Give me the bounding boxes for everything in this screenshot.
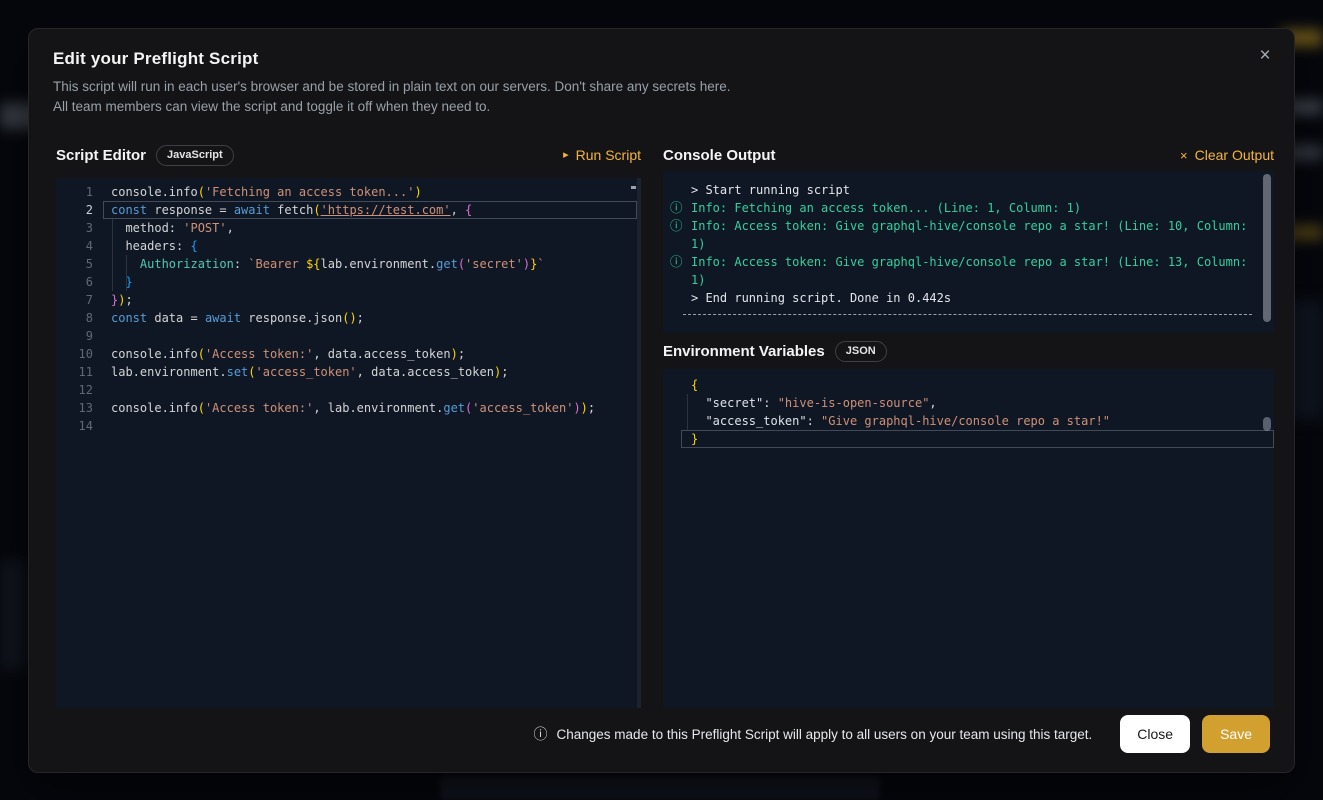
console-row: 1) [663, 235, 1274, 253]
environment-variables-header: Environment Variables JSON [663, 338, 1274, 364]
script-editor-heading: Script Editor [56, 147, 146, 164]
info-icon: ⓘ [670, 253, 683, 271]
line-number: 2 [56, 201, 103, 219]
code-line: 11lab.environment.set('access_token', da… [56, 363, 637, 381]
line-number: 11 [56, 363, 103, 381]
script-editor[interactable]: 1console.info('Fetching an access token.… [56, 178, 641, 708]
console-output-heading: Console Output [663, 147, 776, 164]
console-output-header: Console Output × Clear Output [663, 142, 1274, 168]
overview-ruler-mark [631, 186, 636, 189]
modal-description-line2: All team members can view the script and… [53, 97, 730, 117]
json-line: "access_token": "Give graphql-hive/conso… [681, 412, 1274, 430]
code-line: 10console.info('Access token:', data.acc… [56, 345, 637, 363]
line-number: 8 [56, 309, 103, 327]
line-number: 1 [56, 183, 103, 201]
code-line: 9 [56, 327, 637, 345]
close-button[interactable]: Close [1120, 715, 1190, 753]
close-icon[interactable]: × [1252, 43, 1278, 69]
console-row: ⓘInfo: Fetching an access token... (Line… [663, 199, 1274, 217]
info-icon: ⓘ [670, 217, 683, 235]
script-editor-lines: 1console.info('Fetching an access token.… [56, 183, 637, 435]
code-line: 12 [56, 381, 637, 399]
line-number: 13 [56, 399, 103, 417]
line-number: 5 [56, 255, 103, 273]
save-button[interactable]: Save [1202, 715, 1270, 753]
indent-guide [687, 394, 688, 430]
code-line: 7}); [56, 291, 637, 309]
line-number: 3 [56, 219, 103, 237]
json-line: { [681, 376, 1274, 394]
run-script-button[interactable]: ▸ Run Script [563, 147, 641, 163]
info-icon: ⓘ [534, 724, 548, 744]
script-editor-header: Script Editor JavaScript ▸ Run Script [56, 142, 641, 168]
line-number: 4 [56, 237, 103, 255]
line-number: 14 [56, 417, 103, 435]
modal-title: Edit your Preflight Script [53, 49, 258, 69]
indent-guide [112, 219, 113, 291]
json-line: "secret": "hive-is-open-source", [681, 394, 1274, 412]
clear-output-label: Clear Output [1195, 147, 1274, 163]
line-number: 6 [56, 273, 103, 291]
code-line: 5 Authorization: `Bearer ${lab.environme… [56, 255, 637, 273]
console-output: > Start running scriptⓘInfo: Fetching an… [663, 171, 1274, 333]
console-scrollbar[interactable] [1263, 174, 1271, 322]
clear-icon: × [1180, 149, 1188, 162]
info-icon: ⓘ [670, 199, 683, 217]
console-rows: > Start running scriptⓘInfo: Fetching an… [663, 181, 1274, 315]
console-row: > End running script. Done in 0.442s [663, 289, 1274, 307]
line-number: 9 [56, 327, 103, 345]
environment-variables-lines: { "secret": "hive-is-open-source", "acce… [663, 376, 1274, 448]
background-blur-fragment [440, 776, 880, 800]
console-row: 1) [663, 271, 1274, 289]
modal-description: This script will run in each user's brow… [53, 77, 730, 117]
modal-footer: ⓘ Changes made to this Preflight Script … [53, 711, 1270, 757]
env-editor-scrollbar[interactable] [1263, 417, 1271, 431]
console-row: ⓘInfo: Access token: Give graphql-hive/c… [663, 217, 1274, 235]
environment-variables-heading: Environment Variables [663, 343, 825, 360]
code-line: 8const data = await response.json(); [56, 309, 637, 327]
code-line: 1console.info('Fetching an access token.… [56, 183, 637, 201]
code-line: 2const response = await fetch('https://t… [56, 201, 637, 219]
console-row: ⓘInfo: Access token: Give graphql-hive/c… [663, 253, 1274, 271]
background-blur-fragment [0, 560, 26, 670]
json-line: } [681, 430, 1274, 448]
footer-notice: ⓘ Changes made to this Preflight Script … [534, 724, 1093, 744]
console-row [683, 314, 1252, 315]
code-line: 3 method: 'POST', [56, 219, 637, 237]
code-line: 13console.info('Access token:', lab.envi… [56, 399, 637, 417]
line-number: 12 [56, 381, 103, 399]
preflight-script-modal: × Edit your Preflight Script This script… [28, 28, 1295, 773]
run-script-label: Run Script [576, 147, 641, 163]
console-row: > Start running script [663, 181, 1274, 199]
language-badge-json: JSON [835, 341, 887, 362]
indent-guide [126, 255, 127, 291]
modal-description-line1: This script will run in each user's brow… [53, 77, 730, 97]
environment-variables-editor[interactable]: { "secret": "hive-is-open-source", "acce… [663, 369, 1274, 708]
line-number: 10 [56, 345, 103, 363]
clear-output-button[interactable]: × Clear Output [1180, 147, 1274, 163]
code-line: 6 } [56, 273, 637, 291]
code-line: 4 headers: { [56, 237, 637, 255]
language-badge-javascript: JavaScript [156, 145, 234, 166]
code-line: 14 [56, 417, 637, 435]
play-icon: ▸ [563, 150, 569, 161]
footer-notice-text: Changes made to this Preflight Script wi… [557, 727, 1093, 742]
line-number: 7 [56, 291, 103, 309]
